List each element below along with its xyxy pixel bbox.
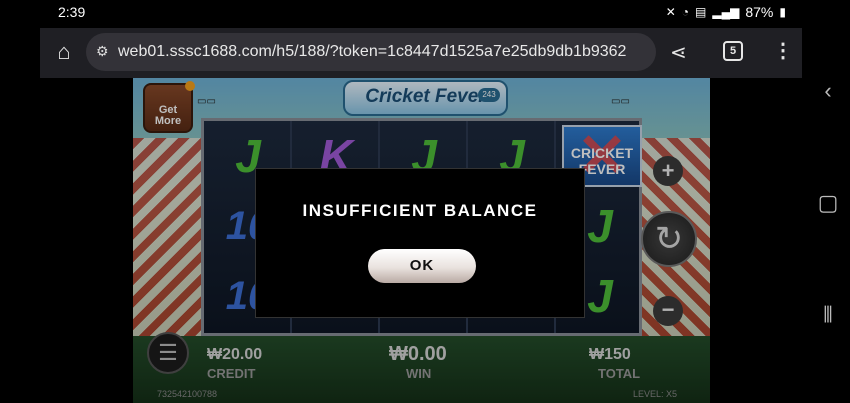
back-icon[interactable]: ‹ bbox=[806, 78, 850, 104]
more-menu-icon[interactable]: ⋮ bbox=[773, 38, 793, 63]
status-time: 2:39 bbox=[58, 4, 86, 20]
status-icons: ✕ ◔ ▤ ▂▄▆ 87% ▮ bbox=[666, 4, 786, 20]
dialog-message: INSUFFICIENT BALANCE bbox=[302, 201, 538, 220]
ok-button[interactable]: OK bbox=[368, 249, 476, 283]
site-settings-icon[interactable]: ⚙ bbox=[96, 43, 109, 60]
signal-icon: ▂▄▆ bbox=[712, 5, 740, 19]
battery-icon: ▮ bbox=[779, 5, 786, 19]
mute-icon: ✕ bbox=[665, 5, 676, 19]
browser-toolbar: ⌂ ⚙ web01.sssc1688.com/h5/188/?token=1c8… bbox=[40, 28, 802, 78]
hd-voice-icon: ▤ bbox=[695, 5, 707, 19]
status-bar: 2:39 ✕ ◔ ▤ ▂▄▆ 87% ▮ bbox=[0, 0, 850, 26]
wifi-icon: ◔ bbox=[681, 5, 690, 19]
recents-icon[interactable]: ⦀ bbox=[806, 302, 850, 328]
tab-switcher-button[interactable]: 5 bbox=[723, 41, 743, 61]
home-icon[interactable]: ⌂ bbox=[52, 40, 76, 64]
url-text[interactable]: web01.sssc1688.com/h5/188/?token=1c8447d… bbox=[118, 43, 648, 61]
insufficient-balance-dialog: INSUFFICIENT BALANCE OK bbox=[255, 168, 585, 318]
home-nav-icon[interactable]: ▢ bbox=[806, 190, 850, 216]
share-icon[interactable]: ⋖ bbox=[670, 40, 687, 65]
battery-percent: 87% bbox=[745, 4, 774, 20]
slot-game: Get More ▭▭ ▭▭ Cricket Fever 243 J 10 10… bbox=[133, 78, 710, 403]
system-nav-bar: ‹ ▢ ⦀ bbox=[806, 0, 850, 403]
address-bar[interactable]: ⚙ web01.sssc1688.com/h5/188/?token=1c844… bbox=[86, 33, 656, 71]
